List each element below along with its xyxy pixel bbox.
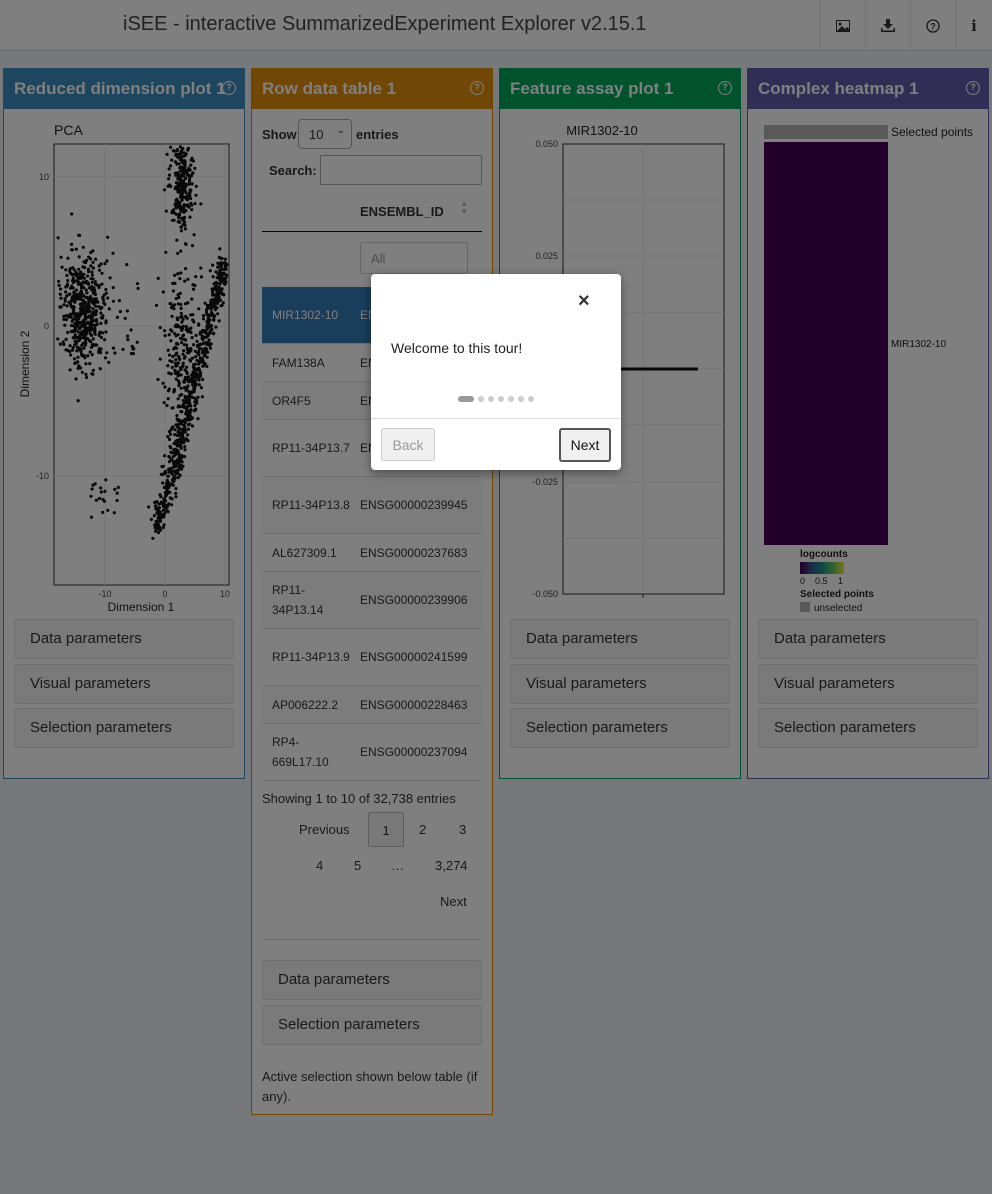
- close-icon[interactable]: ×: [578, 290, 590, 313]
- tour-overlay[interactable]: [0, 0, 992, 1194]
- next-button[interactable]: Next: [559, 428, 611, 462]
- tour-text: Welcome to this tour!: [391, 340, 523, 356]
- divider: [371, 418, 621, 419]
- progress-dot: [528, 396, 534, 402]
- progress-dot-active: [458, 396, 474, 402]
- tour-dialog: × Welcome to this tour! Back Next: [371, 274, 621, 470]
- progress-dot: [518, 396, 524, 402]
- tour-progress: [458, 396, 534, 402]
- progress-dot: [488, 396, 494, 402]
- progress-dot: [508, 396, 514, 402]
- back-button[interactable]: Back: [381, 428, 435, 461]
- progress-dot: [498, 396, 504, 402]
- progress-dot: [478, 396, 484, 402]
